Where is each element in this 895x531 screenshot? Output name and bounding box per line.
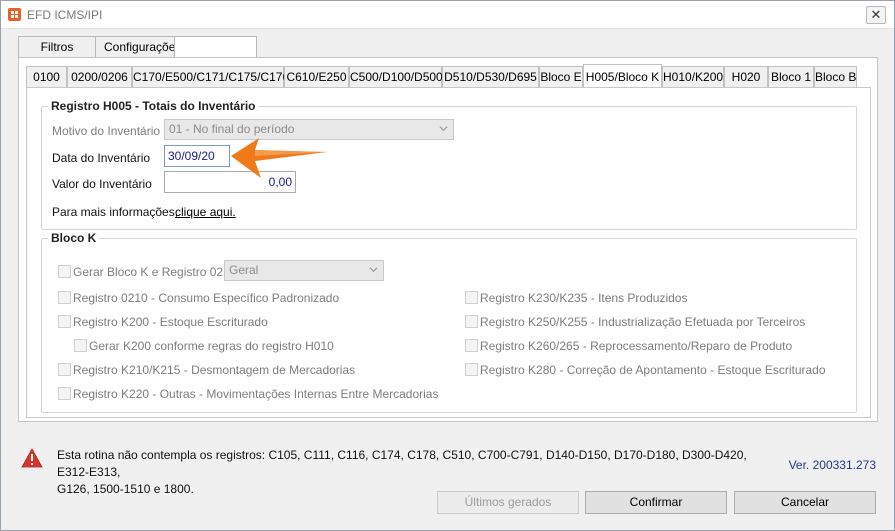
confirmar-button[interactable]: Confirmar [585,491,727,514]
tab-h005-bloco-k[interactable]: H005/Bloco K [583,64,662,88]
warning-icon [21,448,43,468]
gerar-bloco-k-label: Gerar Bloco K e Registro 0210 [73,265,237,279]
tab-c500[interactable]: C500/D100/D500 [349,66,443,87]
motivo-label: Motivo do Inventário [52,124,161,138]
reg-k250-label: Registro K250/K255 - Industrialização Ef… [480,315,806,329]
gerar-k200-h010-checkbox[interactable] [74,339,87,352]
gerar-bloco-k-checkbox[interactable] [58,265,71,278]
tab-bloco-e[interactable]: Bloco E [539,66,583,87]
tab-bloco-1[interactable]: Bloco 1 [768,66,814,87]
tab-active-blank[interactable] [174,36,257,59]
tab-h020[interactable]: H020 [724,66,768,87]
reg-k230-checkbox[interactable] [465,291,478,304]
chevron-down-icon [369,267,378,273]
reg-k250-checkbox[interactable] [465,315,478,328]
reg-k200-label: Registro K200 - Estoque Escriturado [73,315,268,329]
app-logo-icon [8,8,21,21]
window-title: EFD ICMS/IPI [27,8,103,22]
clique-aqui-link[interactable]: clique aqui. [175,205,236,219]
reg-k220-checkbox[interactable] [58,387,71,400]
info-text: Para mais informações, [52,205,179,219]
data-inventario-input[interactable]: 30/09/20 [164,145,230,167]
main-window: EFD ICMS/IPI ✕ Filtros Configurações 010… [0,0,895,531]
reg-0210-checkbox[interactable] [58,291,71,304]
orange-arrow-icon [231,138,327,178]
reg-k210-label: Registro K210/K215 - Desmontagem de Merc… [73,363,356,377]
reg-k260-label: Registro K260/265 - Reprocessamento/Repa… [480,339,793,353]
cancelar-button[interactable]: Cancelar [734,491,876,514]
reg-k230-label: Registro K230/K235 - Itens Produzidos [480,291,688,305]
reg-k220-label: Registro K220 - Outras - Movimentações I… [73,387,439,401]
reg-k200-checkbox[interactable] [58,315,71,328]
reg-k210-checkbox[interactable] [58,363,71,376]
gerar-k200-h010-label: Gerar K200 conforme regras do registro H… [89,339,334,353]
tab-bloco-b[interactable]: Bloco B [814,66,857,87]
footer-message-line1: Esta rotina não contempla os registros: … [57,448,747,479]
tab-configuracoes[interactable]: Configurações [95,36,181,58]
reg-k280-checkbox[interactable] [465,363,478,376]
reg-k260-checkbox[interactable] [465,339,478,352]
valor-label: Valor do Inventário [52,177,152,191]
tab-c610[interactable]: C610/E250 [284,66,349,87]
reg-0210-label: Registro 0210 - Consumo Específico Padro… [73,291,340,305]
tab-0100[interactable]: 0100 [26,66,67,87]
chevron-down-icon [439,126,448,132]
bloco-k-group-title: Bloco K [48,231,100,245]
ultimos-gerados-button[interactable]: Últimos gerados [437,491,579,514]
close-button[interactable]: ✕ [866,6,886,24]
data-label: Data do Inventário [52,151,151,165]
title-bar: EFD ICMS/IPI ✕ [1,1,894,29]
h005-group-title: Registro H005 - Totais do Inventário [48,99,259,113]
version-label: Ver. 200331.273 [788,458,876,472]
tab-0200-0206[interactable]: 0200/0206 [67,66,132,87]
tab-c170[interactable]: C170/E500/C171/C175/C176 [132,66,289,87]
tab-d510[interactable]: D510/D530/D695 [442,66,539,87]
tab-filtros[interactable]: Filtros [18,36,96,58]
gerar-bloco-k-select[interactable]: Geral [224,260,384,281]
reg-k280-label: Registro K280 - Correção de Apontamento … [480,363,826,377]
tab-h010-k200[interactable]: H010/K200 [662,66,724,87]
gerar-bloco-k-select-value: Geral [229,263,259,277]
